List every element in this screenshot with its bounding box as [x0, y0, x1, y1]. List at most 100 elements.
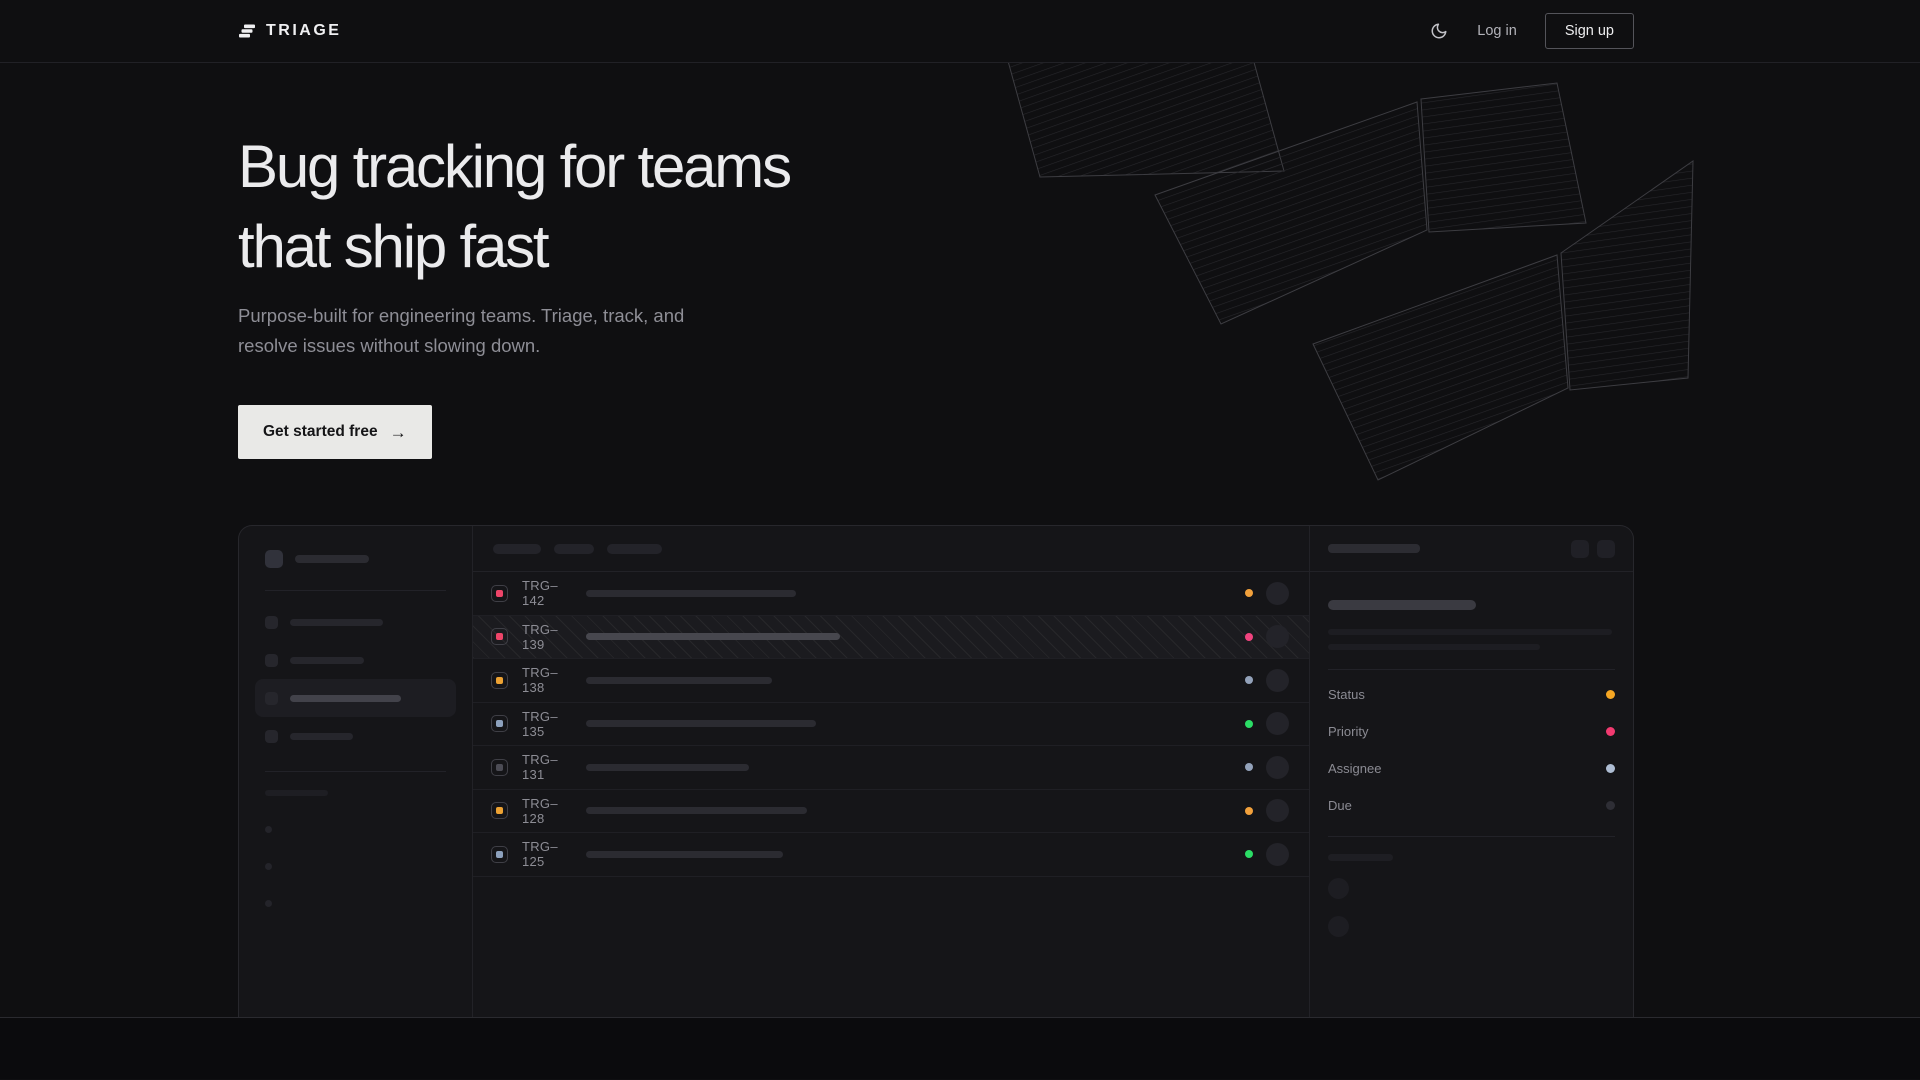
status-dot: [1245, 720, 1253, 728]
mock-sidebar-item: [255, 717, 456, 755]
mock-sidebar: [239, 526, 473, 1017]
issue-type-icon: [491, 802, 508, 819]
skeleton-bar: [1328, 629, 1612, 635]
detail-field-value-dot: [1606, 801, 1615, 810]
app-mock-window: TRG–142 TRG–139 TRG–138 TRG–1: [238, 525, 1634, 1017]
issue-title-placeholder: [586, 851, 783, 858]
brand-name: TRIAGE: [266, 22, 341, 40]
issue-type-icon: [491, 759, 508, 776]
hero-title: Bug tracking for teamsthat ship fast: [238, 127, 1634, 287]
skeleton-bar: [290, 619, 383, 626]
theme-toggle-button[interactable]: [1429, 21, 1449, 41]
nav-icon-placeholder: [265, 654, 278, 667]
comment-avatar-placeholder: [1328, 878, 1349, 899]
brand-logo[interactable]: TRIAGE: [238, 22, 341, 40]
assignee-avatar-placeholder: [1266, 625, 1289, 648]
issue-type-icon: [491, 672, 508, 689]
login-link[interactable]: Log in: [1477, 23, 1517, 39]
status-dot: [1245, 763, 1253, 771]
issue-type-icon: [491, 715, 508, 732]
mock-issue-row: TRG–139: [473, 616, 1309, 660]
skeleton-bar: [295, 555, 369, 563]
header-nav: Log in Sign up: [1429, 13, 1634, 49]
status-dot: [1245, 807, 1253, 815]
issue-type-color: [496, 851, 503, 858]
nav-icon-placeholder: [265, 730, 278, 743]
issue-type-icon: [491, 846, 508, 863]
skeleton-bar: [1328, 644, 1540, 650]
skeleton-bar: [1328, 544, 1420, 553]
issue-id: TRG–128: [522, 796, 578, 826]
issue-id: TRG–131: [522, 752, 578, 782]
issue-row-meta: [1245, 625, 1289, 648]
detail-header-actions: [1571, 540, 1615, 558]
issue-title-placeholder: [586, 720, 816, 727]
triage-logo-icon: [238, 22, 256, 40]
arrow-right-icon: →: [390, 424, 407, 441]
issue-type-color: [496, 764, 503, 771]
mock-issue-row: TRG–131: [473, 746, 1309, 790]
mock-issue-row: TRG–128: [473, 790, 1309, 834]
issue-id: TRG–139: [522, 622, 578, 652]
skeleton-bar: [1328, 854, 1393, 861]
mock-issue-row: TRG–138: [473, 659, 1309, 703]
skeleton-bar: [290, 695, 401, 702]
issue-type-icon: [491, 628, 508, 645]
cta-label: Get started free: [263, 423, 378, 441]
site-header: TRIAGE Log in Sign up: [0, 0, 1920, 63]
label-dot: [265, 900, 272, 907]
get-started-button[interactable]: Get started free →: [238, 405, 432, 459]
detail-field-value-dot: [1606, 727, 1615, 736]
detail-field-value-dot: [1606, 690, 1615, 699]
moon-icon: [1430, 22, 1448, 40]
issue-id: TRG–142: [522, 578, 578, 608]
mock-list-header: [473, 526, 1309, 572]
label-dot: [265, 826, 272, 833]
filter-pill-placeholder: [607, 544, 662, 554]
filter-pill-placeholder: [493, 544, 541, 554]
assignee-avatar-placeholder: [1266, 669, 1289, 692]
assignee-avatar-placeholder: [1266, 582, 1289, 605]
mock-detail-fields: Status Priority Assignee Due: [1328, 676, 1615, 824]
detail-field-label: Due: [1328, 798, 1352, 813]
issue-type-color: [496, 720, 503, 727]
issue-row-meta: [1245, 843, 1289, 866]
status-dot: [1245, 633, 1253, 641]
mock-issue-list: TRG–142 TRG–139 TRG–138 TRG–1: [473, 572, 1309, 877]
assignee-avatar-placeholder: [1266, 843, 1289, 866]
assignee-avatar-placeholder: [1266, 799, 1289, 822]
divider: [265, 590, 446, 591]
site-footer: [0, 1017, 1920, 1079]
mock-sidebar-item: [255, 641, 456, 679]
issue-row-meta: [1245, 799, 1289, 822]
label-dot: [265, 863, 272, 870]
skeleton-bar: [1328, 600, 1476, 610]
skeleton-bar: [290, 733, 353, 740]
status-dot: [1245, 589, 1253, 597]
issue-type-icon: [491, 585, 508, 602]
divider: [1328, 836, 1615, 837]
detail-field-row: Status: [1328, 676, 1615, 713]
issue-type-color: [496, 807, 503, 814]
hero-section: Bug tracking for teamsthat ship fast Pur…: [0, 63, 1920, 1017]
mock-issue-list-panel: TRG–142 TRG–139 TRG–138 TRG–1: [473, 526, 1309, 1017]
comment-avatar-placeholder: [1328, 916, 1349, 937]
mock-sidebar-item-active: [255, 679, 456, 717]
issue-row-meta: [1245, 712, 1289, 735]
icon-button-placeholder: [1571, 540, 1589, 558]
detail-field-label: Assignee: [1328, 761, 1381, 776]
detail-field-row: Due: [1328, 787, 1615, 824]
mock-detail-header: [1310, 526, 1633, 572]
mock-issue-row: TRG–135: [473, 703, 1309, 747]
issue-id: TRG–125: [522, 839, 578, 869]
status-dot: [1245, 676, 1253, 684]
signup-button[interactable]: Sign up: [1545, 13, 1634, 49]
issue-row-meta: [1245, 756, 1289, 779]
skeleton-bar: [290, 657, 364, 664]
issue-title-placeholder: [586, 633, 840, 640]
issue-id: TRG–135: [522, 709, 578, 739]
nav-icon-placeholder: [265, 692, 278, 705]
divider: [265, 771, 446, 772]
workspace-avatar: [265, 550, 283, 568]
detail-field-label: Status: [1328, 687, 1365, 702]
